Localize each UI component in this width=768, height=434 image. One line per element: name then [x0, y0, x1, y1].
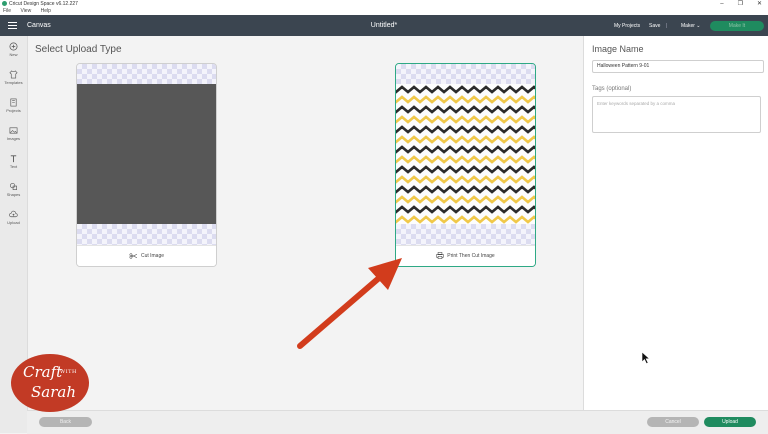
close-icon[interactable]: ✕: [757, 0, 762, 8]
menu-bar: File View Help: [0, 8, 768, 15]
sidebar-item-upload[interactable]: Upload: [0, 210, 27, 225]
sidebar-item-projects[interactable]: Projects: [0, 98, 27, 113]
logo-line-1: Craft: [23, 363, 63, 381]
sidebar-item-templates[interactable]: Templates: [0, 70, 27, 85]
chevron-stripe: [396, 145, 535, 154]
sidebar-item-images[interactable]: Images: [0, 126, 27, 141]
logo-line-2: WITH: [60, 369, 77, 375]
os-title-bar: Cricut Design Space v6.12.227 – ❐ ✕: [0, 0, 768, 8]
chevron-stripe: [396, 135, 535, 144]
my-projects-link[interactable]: My Projects: [614, 23, 640, 29]
app-logo-icon: [2, 1, 7, 6]
sidebar-item-text[interactable]: Text: [0, 154, 27, 169]
sidebar-item-label: New: [9, 52, 18, 57]
header-separator: |: [666, 23, 668, 29]
chevron-stripe: [396, 205, 535, 214]
back-button[interactable]: Back: [39, 417, 92, 427]
chevron-stripe: [396, 195, 535, 204]
sidebar-item-shapes[interactable]: Shapes: [0, 182, 27, 197]
tags-label: Tags (optional): [592, 86, 632, 92]
chevron-stripe: [396, 105, 535, 114]
image-name-heading: Image Name: [592, 44, 644, 54]
logo-line-3: Sarah: [31, 383, 76, 401]
card-footer: Cut Image: [77, 245, 216, 266]
chevron-stripe: [396, 165, 535, 174]
image-icon: [9, 127, 18, 134]
sidebar-item-label: Upload: [7, 220, 20, 225]
printer-icon: [436, 252, 445, 260]
sidebar-item-label: Templates: [4, 80, 23, 85]
shapes-icon: [10, 183, 17, 190]
sidebar-item-new[interactable]: New: [0, 42, 27, 57]
upload-button[interactable]: Upload: [704, 417, 756, 427]
window-controls: – ❐ ✕: [720, 0, 762, 8]
save-link[interactable]: Save: [649, 23, 660, 29]
cut-image-card[interactable]: Cut Image: [76, 63, 217, 267]
chevron-stripe: [396, 115, 535, 124]
sidebar-item-label: Text: [9, 164, 18, 169]
chevron-stripe: [396, 85, 535, 94]
app-header: Canvas Untitled* My Projects Save | Make…: [0, 15, 768, 36]
chevron-stripe: [396, 175, 535, 184]
card-label: Cut Image: [140, 253, 165, 259]
menu-file[interactable]: File: [3, 8, 11, 14]
cancel-button[interactable]: Cancel: [647, 417, 699, 427]
cut-image-preview: [77, 84, 216, 224]
plus-circle-icon: [9, 42, 18, 51]
menu-help[interactable]: Help: [41, 8, 51, 14]
scissors-icon: [129, 253, 137, 259]
chevron-stripe: [396, 125, 535, 134]
chevron-pattern-preview: [396, 84, 535, 224]
card-label: Print Then Cut Image: [447, 253, 495, 259]
mouse-cursor-icon: [641, 351, 651, 365]
image-name-field[interactable]: Halloween Pattern 9-01: [592, 60, 764, 73]
sidebar-item-label: Images: [6, 136, 21, 141]
make-it-button[interactable]: Make It: [710, 21, 764, 31]
sidebar-item-label: Projects: [6, 108, 21, 113]
cloud-upload-icon: [9, 210, 18, 218]
page-title: Select Upload Type: [35, 44, 122, 55]
print-then-cut-card[interactable]: Print Then Cut Image: [395, 63, 536, 267]
card-footer: Print Then Cut Image: [396, 245, 535, 266]
maximize-icon[interactable]: ❐: [738, 0, 743, 8]
chevron-stripe: [396, 185, 535, 194]
shirt-icon: [9, 70, 18, 79]
chevron-stripe: [396, 95, 535, 104]
machine-select[interactable]: Maker ⌄: [681, 23, 700, 29]
sidebar-item-label: Shapes: [6, 192, 21, 197]
image-details-panel: Image Name Halloween Pattern 9-01 Tags (…: [583, 36, 768, 410]
tags-field[interactable]: Enter keywords separated by a comma: [592, 96, 761, 133]
chevron-stripe: [396, 215, 535, 224]
minimize-icon[interactable]: –: [720, 0, 723, 8]
chevron-pattern: [396, 85, 535, 224]
chevron-stripe: [396, 155, 535, 164]
window-title: Cricut Design Space v6.12.227: [9, 1, 78, 7]
projects-icon: [10, 98, 17, 107]
menu-view[interactable]: View: [20, 8, 31, 14]
text-icon: [10, 155, 17, 163]
craft-with-sarah-logo: Craft WITH Sarah: [11, 354, 89, 412]
